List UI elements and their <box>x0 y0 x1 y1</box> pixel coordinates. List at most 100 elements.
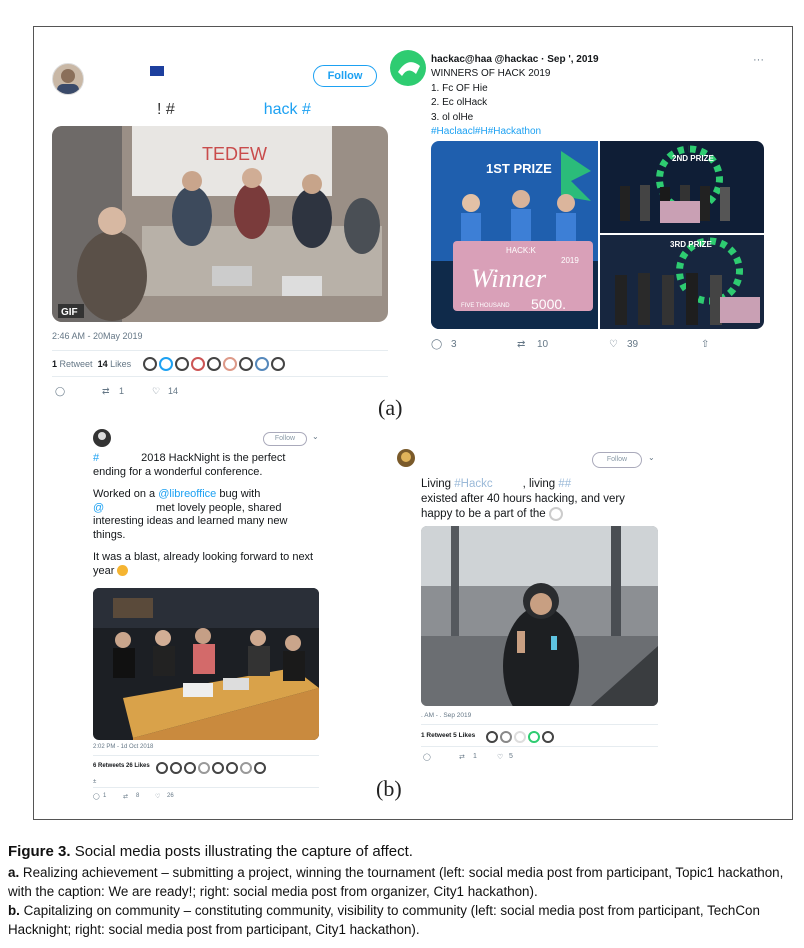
engagement-stats: 6 Retweets 26 Likes <box>93 763 150 769</box>
retweet-icon[interactable]: ⇄ <box>102 386 110 397</box>
winner-word: Winner <box>471 264 547 293</box>
prize-label: 1ST PRIZE <box>486 161 552 176</box>
tweet-line: WINNERS OF HACK 2019 <box>431 68 551 79</box>
hackathon-room-photo[interactable]: TEDEW GIF <box>52 126 388 322</box>
mention-link[interactable]: @libreoffice <box>158 488 216 500</box>
tweet-line: things. <box>93 528 126 541</box>
tweet-line: 2018 HackNight is the perfect <box>141 452 286 464</box>
person-avatar-icon <box>401 452 411 462</box>
tweet-text: Living #Hackc , living ## existed after 4… <box>421 477 671 522</box>
third-prize-image: 3RD PRIZE <box>600 235 764 329</box>
divider <box>52 350 388 351</box>
like-icon[interactable]: ♡ <box>152 386 160 397</box>
liker-avatars[interactable] <box>143 357 287 376</box>
divider <box>421 724 658 725</box>
tweet-line: It was a blast, already looking forward … <box>93 551 314 563</box>
caption-title: Social media posts illustrating the capt… <box>74 843 413 860</box>
smile-emoji-icon <box>117 565 129 577</box>
divider <box>52 376 388 377</box>
airport-selfie-photo[interactable] <box>421 526 658 706</box>
divider <box>93 755 319 756</box>
tweet-line: 2. Ec olHack <box>431 97 488 108</box>
hashtag-link[interactable]: #Hackc <box>454 478 492 490</box>
panel-label-a: (a) <box>378 395 403 420</box>
engagement-stats: 1 Retweet 5 Likes <box>421 732 475 739</box>
tweet-line: 1. Fc OF Hie <box>431 82 488 94</box>
retweet-icon[interactable]: ⇄ <box>123 793 128 800</box>
tweet-line: year <box>93 564 115 577</box>
like-icon[interactable]: ♡ <box>609 339 618 350</box>
tweet-line: 3. ol olHe <box>431 111 474 123</box>
likes-count[interactable]: 14 <box>98 359 108 369</box>
follow-button[interactable]: Follow <box>592 452 642 468</box>
like-count: 14 <box>168 386 179 396</box>
follow-button[interactable]: Follow <box>313 65 377 87</box>
avatar[interactable] <box>397 449 415 467</box>
second-prize-photo[interactable]: 2ND PRIZE <box>600 141 764 233</box>
person-avatar-icon <box>98 432 106 440</box>
winner-sub: FIVE THOUSAND <box>461 303 510 309</box>
engagement-stats: 1 Retweet 14 Likes <box>52 359 131 369</box>
timestamp[interactable]: 2:46 AM - 20May 2019 <box>52 331 143 341</box>
winner-year: 2019 <box>561 256 579 265</box>
figure-caption: Figure 3. Social media posts illustratin… <box>8 842 798 939</box>
reply-icon[interactable]: ◯ <box>93 793 100 800</box>
retweets-count[interactable]: 1 <box>52 359 57 369</box>
retweets-count[interactable]: 1 Retweet <box>421 732 451 739</box>
avatar[interactable] <box>390 50 426 86</box>
gif-badge: GIF <box>61 307 78 318</box>
reply-icon[interactable]: ◯ <box>431 339 442 350</box>
share-icon[interactable]: ⇧ <box>701 339 709 350</box>
like-count: 5 <box>509 753 513 760</box>
tweet-text: WINNERS OF HACK 2019 1. Fc OF Hie 2. Ec … <box>431 67 550 140</box>
winner-brand: HACK:K <box>506 246 536 255</box>
chevron-down-icon[interactable]: ⌄ <box>648 453 655 462</box>
timestamp[interactable]: . AM - . Sep 2019 <box>421 712 471 719</box>
timestamp[interactable]: 2:02 PM - 1d Oct 2018 <box>93 744 153 750</box>
mention-link[interactable]: @ <box>93 502 104 514</box>
reply-icon[interactable]: ◯ <box>423 753 431 761</box>
retweet-icon[interactable]: ⇄ <box>459 753 465 761</box>
hashtag-link[interactable]: #Haclaacl#H#Hackathon <box>431 125 550 140</box>
hashtag-link[interactable]: hack # <box>264 101 311 118</box>
reply-count: 3 <box>451 339 457 350</box>
tweet-line: bug with <box>216 488 261 500</box>
chevron-down-icon[interactable]: ⌄ <box>312 432 319 441</box>
retweets-count[interactable]: 6 Retweets <box>93 763 124 769</box>
retweet-icon[interactable]: ⇄ <box>517 339 525 350</box>
more-icon[interactable]: ··· <box>753 54 764 66</box>
like-icon[interactable]: ♡ <box>155 793 160 800</box>
tweet-line: happy to be a part of the <box>421 508 546 521</box>
reply-icon[interactable]: ◯ <box>55 386 65 397</box>
likes-count[interactable]: 5 Likes <box>453 732 475 739</box>
likes-count[interactable]: 26 Likes <box>126 763 150 769</box>
inline-reply-icon[interactable]: ± <box>93 779 96 785</box>
tweet-text-part: ! # <box>157 101 175 118</box>
first-prize-photo[interactable]: 1ST PRIZE HACK:K 2019 Winner FIVE THOUSA… <box>431 141 598 329</box>
liker-avatars[interactable] <box>156 761 268 779</box>
brand-logo-icon <box>398 62 420 76</box>
hashtag-link[interactable]: # <box>93 452 99 464</box>
first-prize-image: 1ST PRIZE HACK:K 2019 Winner FIVE THOUSA… <box>431 141 598 329</box>
avatar[interactable] <box>52 63 84 95</box>
like-icon[interactable]: ♡ <box>497 753 503 761</box>
tweet-text: ! # hack # <box>157 101 311 119</box>
retweet-count: 8 <box>136 793 140 799</box>
hacknight-photo[interactable] <box>93 588 319 740</box>
hacknight-image <box>93 588 319 740</box>
tweet-line: , living <box>522 478 559 490</box>
divider <box>93 787 319 788</box>
follow-button[interactable]: Follow <box>263 432 307 446</box>
prize-label: 2ND PRIZE <box>672 154 714 163</box>
likes-label: Likes <box>110 359 132 369</box>
banner-text: TEDEW <box>202 144 267 164</box>
hashtag-link[interactable]: ## <box>558 478 571 490</box>
avatar[interactable] <box>93 429 111 447</box>
third-prize-photo[interactable]: 3RD PRIZE <box>600 235 764 329</box>
author-line[interactable]: hackac@haa @hackac · Sep ', 2019 <box>431 54 599 65</box>
like-count: 39 <box>627 339 639 350</box>
retweet-count: 1 <box>119 386 125 396</box>
winner-amount: 5000. <box>531 296 566 312</box>
person-avatar-icon <box>57 69 79 94</box>
tweet-line: Worked on a <box>93 488 159 500</box>
